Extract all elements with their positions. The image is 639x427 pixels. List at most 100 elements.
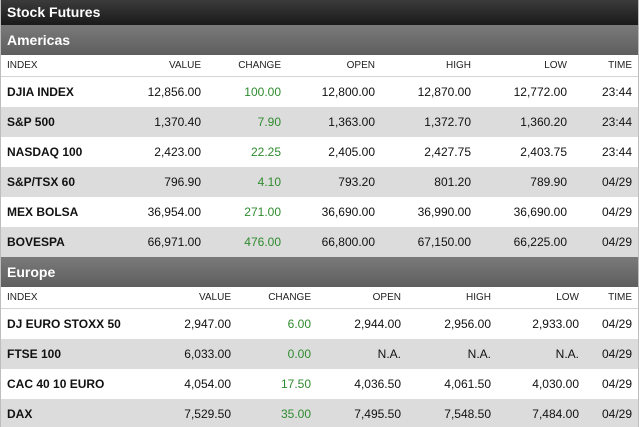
table-row[interactable]: NASDAQ 100 2,423.00 22.25 2,405.00 2,427.75 2… xyxy=(1,137,638,167)
cell-low: N.A. xyxy=(497,339,585,369)
table-row[interactable]: MEX BOLSA 36,954.00 271.00 36,690.00 36,990.… xyxy=(1,197,638,227)
cell-high: 2,956.00 xyxy=(407,308,497,339)
cell-value: 1,370.40 xyxy=(121,107,207,137)
cell-low: 2,403.75 xyxy=(477,137,573,167)
region-header-americas[interactable]: Americas xyxy=(1,25,638,55)
cell-time: 04/29 xyxy=(573,167,638,197)
cell-index[interactable]: CAC 40 10 EURO xyxy=(1,369,151,399)
cell-time: 04/29 xyxy=(573,227,638,257)
cell-time: 04/29 xyxy=(585,399,638,427)
cell-index[interactable]: S&P 500 xyxy=(1,107,121,137)
cell-index[interactable]: DJ EURO STOXX 50 xyxy=(1,308,151,339)
cell-high: 36,990.00 xyxy=(381,197,477,227)
cell-value: 36,954.00 xyxy=(121,197,207,227)
cell-change: 7.90 xyxy=(207,107,287,137)
cell-open: N.A. xyxy=(317,339,407,369)
cell-low: 7,484.00 xyxy=(497,399,585,427)
cell-open: 2,944.00 xyxy=(317,308,407,339)
table-row[interactable]: DAX 7,529.50 35.00 7,495.50 7,548.50 7,484.00… xyxy=(1,399,638,427)
table-row[interactable]: DJ EURO STOXX 50 2,947.00 6.00 2,944.00 2,95… xyxy=(1,308,638,339)
col-header-low[interactable]: LOW xyxy=(497,287,585,309)
table-row[interactable]: S&P/TSX 60 796.90 4.10 793.20 801.20 789.90 04… xyxy=(1,167,638,197)
cell-high: 7,548.50 xyxy=(407,399,497,427)
cell-value: 12,856.00 xyxy=(121,76,207,107)
cell-time: 04/29 xyxy=(585,308,638,339)
cell-index[interactable]: S&P/TSX 60 xyxy=(1,167,121,197)
col-header-high[interactable]: HIGH xyxy=(407,287,497,309)
cell-change: 271.00 xyxy=(207,197,287,227)
cell-index[interactable]: FTSE 100 xyxy=(1,339,151,369)
table-row[interactable]: S&P 500 1,370.40 7.90 1,363.00 1,372.70 1,360… xyxy=(1,107,638,137)
col-header-value[interactable]: VALUE xyxy=(121,55,207,77)
americas-rows: DJIA INDEX 12,856.00 100.00 12,800.00 12,870… xyxy=(1,76,638,257)
cell-high: 2,427.75 xyxy=(381,137,477,167)
cell-value: 7,529.50 xyxy=(151,399,237,427)
table-header-row: INDEX VALUE CHANGE OPEN HIGH LOW TIME xyxy=(1,287,638,309)
region-header-europe[interactable]: Europe xyxy=(1,257,638,287)
cell-value: 796.90 xyxy=(121,167,207,197)
cell-change: 35.00 xyxy=(237,399,317,427)
col-header-index[interactable]: INDEX xyxy=(1,287,151,309)
cell-low: 12,772.00 xyxy=(477,76,573,107)
cell-high: 801.20 xyxy=(381,167,477,197)
cell-index[interactable]: MEX BOLSA xyxy=(1,197,121,227)
cell-time: 23:44 xyxy=(573,107,638,137)
col-header-time[interactable]: TIME xyxy=(573,55,638,77)
col-header-change[interactable]: CHANGE xyxy=(207,55,287,77)
cell-open: 12,800.00 xyxy=(287,76,381,107)
europe-table: INDEX VALUE CHANGE OPEN HIGH LOW TIME DJ… xyxy=(1,287,638,427)
cell-index[interactable]: NASDAQ 100 xyxy=(1,137,121,167)
cell-high: N.A. xyxy=(407,339,497,369)
americas-table: INDEX VALUE CHANGE OPEN HIGH LOW TIME DJ… xyxy=(1,55,638,257)
cell-time: 23:44 xyxy=(573,76,638,107)
cell-index[interactable]: BOVESPA xyxy=(1,227,121,257)
col-header-time[interactable]: TIME xyxy=(585,287,638,309)
cell-time: 04/29 xyxy=(585,339,638,369)
cell-open: 1,363.00 xyxy=(287,107,381,137)
cell-change: 17.50 xyxy=(237,369,317,399)
cell-change: 6.00 xyxy=(237,308,317,339)
cell-high: 67,150.00 xyxy=(381,227,477,257)
cell-value: 4,054.00 xyxy=(151,369,237,399)
cell-open: 7,495.50 xyxy=(317,399,407,427)
cell-index[interactable]: DAX xyxy=(1,399,151,427)
cell-low: 4,030.00 xyxy=(497,369,585,399)
col-header-low[interactable]: LOW xyxy=(477,55,573,77)
cell-open: 4,036.50 xyxy=(317,369,407,399)
cell-high: 1,372.70 xyxy=(381,107,477,137)
col-header-open[interactable]: OPEN xyxy=(317,287,407,309)
table-row[interactable]: BOVESPA 66,971.00 476.00 66,800.00 67,150.00… xyxy=(1,227,638,257)
cell-low: 789.90 xyxy=(477,167,573,197)
col-header-change[interactable]: CHANGE xyxy=(237,287,317,309)
table-row[interactable]: FTSE 100 6,033.00 0.00 N.A. N.A. N.A. 04/29 xyxy=(1,339,638,369)
cell-index[interactable]: DJIA INDEX xyxy=(1,76,121,107)
cell-value: 66,971.00 xyxy=(121,227,207,257)
widget-title: Stock Futures xyxy=(1,0,638,25)
cell-low: 1,360.20 xyxy=(477,107,573,137)
cell-change: 22.25 xyxy=(207,137,287,167)
cell-open: 793.20 xyxy=(287,167,381,197)
col-header-value[interactable]: VALUE xyxy=(151,287,237,309)
col-header-index[interactable]: INDEX xyxy=(1,55,121,77)
cell-time: 04/29 xyxy=(573,197,638,227)
cell-time: 23:44 xyxy=(573,137,638,167)
cell-value: 2,423.00 xyxy=(121,137,207,167)
cell-change: 0.00 xyxy=(237,339,317,369)
table-header-row: INDEX VALUE CHANGE OPEN HIGH LOW TIME xyxy=(1,55,638,77)
stock-futures-widget: Stock Futures Americas INDEX VALUE CHANG… xyxy=(0,0,639,427)
cell-low: 36,690.00 xyxy=(477,197,573,227)
cell-change: 476.00 xyxy=(207,227,287,257)
cell-change: 100.00 xyxy=(207,76,287,107)
cell-open: 36,690.00 xyxy=(287,197,381,227)
cell-low: 2,933.00 xyxy=(497,308,585,339)
table-row[interactable]: DJIA INDEX 12,856.00 100.00 12,800.00 12,870… xyxy=(1,76,638,107)
col-header-high[interactable]: HIGH xyxy=(381,55,477,77)
europe-rows: DJ EURO STOXX 50 2,947.00 6.00 2,944.00 2,95… xyxy=(1,308,638,427)
cell-time: 04/29 xyxy=(585,369,638,399)
cell-value: 2,947.00 xyxy=(151,308,237,339)
cell-open: 2,405.00 xyxy=(287,137,381,167)
cell-change: 4.10 xyxy=(207,167,287,197)
col-header-open[interactable]: OPEN xyxy=(287,55,381,77)
table-row[interactable]: CAC 40 10 EURO 4,054.00 17.50 4,036.50 4,061… xyxy=(1,369,638,399)
cell-high: 12,870.00 xyxy=(381,76,477,107)
